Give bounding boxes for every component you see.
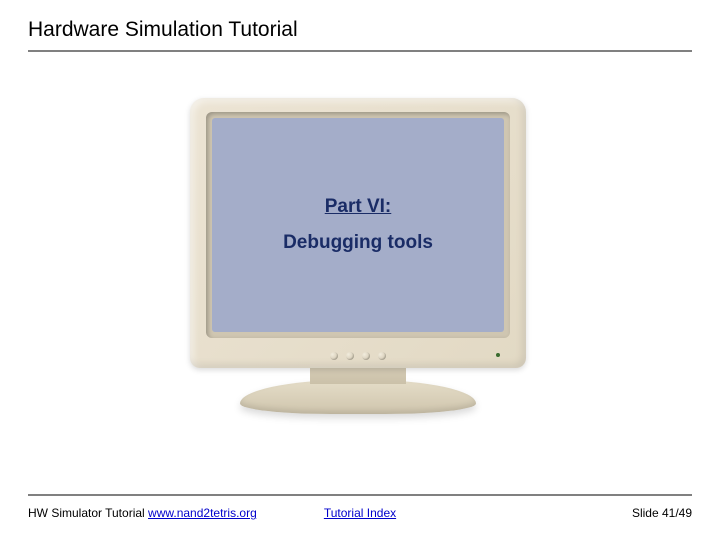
- monitor-illustration: Part VI: Debugging tools: [190, 98, 526, 428]
- knob-icon: [346, 352, 354, 360]
- footer-left: HW Simulator Tutorial www.nand2tetris.or…: [28, 506, 257, 520]
- title-divider: [28, 50, 692, 52]
- page-title: Hardware Simulation Tutorial: [28, 18, 692, 48]
- knob-icon: [362, 352, 370, 360]
- footer-left-text: HW Simulator Tutorial: [28, 506, 148, 520]
- footer-right: Slide 41/49: [632, 506, 692, 520]
- subtitle: Debugging tools: [283, 232, 433, 254]
- part-label: Part VI:: [325, 196, 392, 218]
- monitor-body: Part VI: Debugging tools: [190, 98, 526, 368]
- footer: HW Simulator Tutorial www.nand2tetris.or…: [28, 506, 692, 520]
- power-led-icon: [496, 353, 500, 357]
- footer-divider: [28, 494, 692, 496]
- slide: Hardware Simulation Tutorial Part VI: De…: [0, 0, 720, 540]
- screen: Part VI: Debugging tools: [212, 118, 504, 332]
- screen-bezel: Part VI: Debugging tools: [206, 112, 510, 338]
- monitor-controls: [190, 352, 526, 360]
- monitor-base: [240, 380, 476, 414]
- header: Hardware Simulation Tutorial: [28, 18, 692, 52]
- knob-icon: [330, 352, 338, 360]
- footer-site-link[interactable]: www.nand2tetris.org: [148, 506, 257, 520]
- knob-icon: [378, 352, 386, 360]
- tutorial-index-link[interactable]: Tutorial Index: [324, 506, 396, 520]
